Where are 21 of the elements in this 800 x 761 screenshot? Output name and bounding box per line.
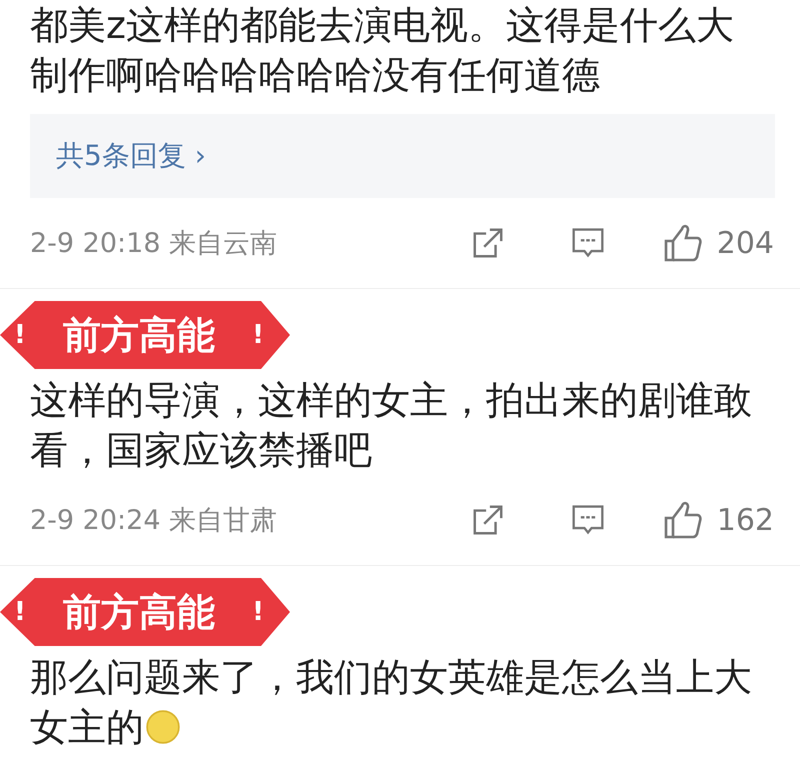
comment-meta: 2-9 20:24 来自甘肃: [30, 504, 278, 538]
comment-text: 这样的导演，这样的女主，拍出来的剧谁敢看，国家应该禁播吧: [30, 377, 753, 474]
exclamation-mark: !: [14, 320, 26, 350]
comment-meta: 2-9 20:18 来自云南: [30, 227, 278, 261]
like-button[interactable]: 204: [662, 223, 774, 263]
thumbs-up-icon: [662, 500, 703, 540]
thumbs-up-icon: [662, 223, 703, 263]
emoji-icon: [146, 710, 180, 744]
badge-text: 前方高能: [63, 312, 215, 358]
replies-link[interactable]: 共5条回复 ›: [30, 114, 775, 198]
comment-icon[interactable]: [570, 226, 605, 260]
share-icon[interactable]: [470, 503, 505, 537]
exclamation-mark: !: [14, 597, 26, 627]
exclamation-mark: !: [252, 597, 264, 627]
badge-text: 前方高能: [63, 588, 215, 636]
comment-text: 那么问题来了，我们的女英雄是怎么当上大女主的: [30, 654, 753, 751]
share-icon[interactable]: [470, 226, 505, 260]
comment-icon[interactable]: [570, 503, 605, 537]
like-button[interactable]: 162: [662, 500, 774, 540]
comment-text: 都美z这样的都能去演电视。这得是什么大制作啊哈哈哈哈哈哈没有任何道德: [30, 2, 735, 99]
exclamation-mark: !: [252, 320, 264, 350]
